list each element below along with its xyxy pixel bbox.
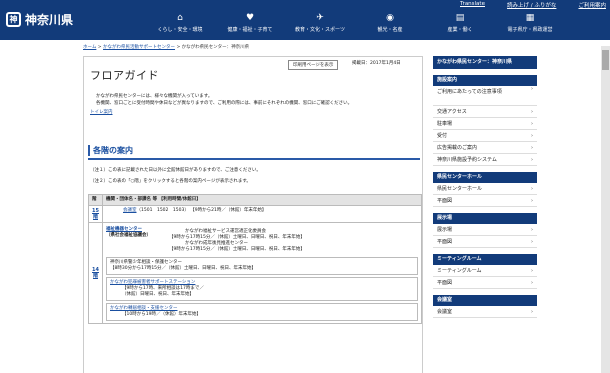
translate-link[interactable]: Translate <box>460 1 485 9</box>
table-row: 14階 福祉機器センター （県社会福祉協議会） かながわ福祉サービス運営適正化委員… <box>88 222 422 324</box>
nav-education[interactable]: ✈ 教育・文化・スポーツ <box>285 12 355 34</box>
table-cell: 会議室（1501 1502 1503） 【9時から21時／（休館）年末年始】 <box>102 205 422 223</box>
org-name: かながわ成年後見推進センター <box>185 241 248 246</box>
col-org: 機関・団体名・部課名 等 【利用時間/休館日】 <box>102 194 422 206</box>
welfare-org: （県社会福祉協議会） <box>106 233 151 238</box>
sidebar-head-facility: 施設案内 <box>433 75 537 86</box>
read-aloud-link[interactable]: 読み上げ / ふりがな <box>507 1 556 9</box>
sidebar-item-exhibit[interactable]: 展示場 <box>433 224 537 236</box>
nav-label: 産業・働く <box>447 27 473 33</box>
floor-table: 階機関・団体名・部課名 等 【利用時間/休館日】 15階 会議室（1501 150… <box>88 194 422 324</box>
meeting-room-link[interactable]: 会議室 <box>123 208 137 213</box>
welfare-details: かながわ福祉サービス運営適正化委員会 【9時から17時15分／（休館）土曜日、日曜… <box>166 225 418 255</box>
sidebar-item-meeting-plan[interactable]: 平面図 <box>433 277 537 289</box>
sidebar-item-parking[interactable]: 駐車場 <box>433 118 537 130</box>
hours: 【8時30分から17時15分／（休館）土曜日、日曜日、祝日、年末年始】 <box>110 266 257 271</box>
hours: 【10時から19時／（休館）年末年始】 <box>122 312 201 317</box>
breadcrumb: ホーム > かながわ県民活動サポートセンター > かながわ県民センター：神奈川県 <box>83 44 249 50</box>
nav-label: 観光・名産 <box>377 27 403 33</box>
print-button[interactable]: 印刷用ページを表示 <box>288 60 339 70</box>
note-1: （注１）この表に記載された日以外に全館休館日がありますので、ご注意ください。 <box>90 168 261 173</box>
sidebar-head-exhibit: 展示場 <box>433 213 537 224</box>
hours: 【9時から21時／（休館）年末年始】 <box>190 208 267 213</box>
floor-15-link[interactable]: 15階 <box>88 205 103 223</box>
nav-life[interactable]: ⌂ くらし・安全・環境 <box>145 12 215 34</box>
nav-government[interactable]: ▦ 電子県庁・県政運営 <box>495 12 565 34</box>
heart-icon: ♥ <box>245 13 255 23</box>
main-content: フロアガイド 印刷用ページを表示 掲載日：2017年1月4日 かながわ県民センタ… <box>83 56 423 373</box>
nav-label: 健康・福祉・子育て <box>227 27 273 33</box>
floor-14-link[interactable]: 14階 <box>88 222 103 324</box>
nav-health[interactable]: ♥ 健康・福祉・子育て <box>215 12 285 34</box>
updated-date: 掲載日：2017年1月4日 <box>352 61 401 66</box>
sidebar-item-conference[interactable]: 会議室 <box>433 306 537 318</box>
hours: （休館）日曜日、祝日、年末年始】 <box>122 292 194 297</box>
breadcrumb-support-center[interactable]: かながわ県民活動サポートセンター <box>103 45 175 50</box>
toilet-link[interactable]: トイレ案内 <box>90 109 418 116</box>
scrollbar-thumb[interactable] <box>602 50 609 70</box>
sidebar-head-meeting: ミーティングルーム <box>433 254 537 265</box>
hours: 【9時から17時15分／（休館）土曜日、日曜日、祝日、年末年始】 <box>169 235 305 240</box>
sidebar-item-access[interactable]: 交通アクセス <box>433 106 537 118</box>
section-heading: 各階の案内 <box>88 145 420 160</box>
table-header-row: 階機関・団体名・部課名 等 【利用時間/休館日】 <box>88 194 422 206</box>
tenki-block: かながわ轉居相談・支援センター 【10時から19時／（休館）年末年始】 <box>106 303 418 321</box>
scrollbar[interactable] <box>601 46 610 373</box>
intro-line-1: かながわ県民センターには、様々な機関が入っています。 <box>96 94 213 99</box>
camera-icon: ◉ <box>386 13 394 23</box>
sidebar-banner[interactable]: かながわ県民センター：神奈川県 <box>433 56 537 69</box>
table-row: 15階 会議室（1501 1502 1503） 【9時から21時／（休館）年末年始… <box>88 205 422 223</box>
hours: 【9時から17時15分／（休館）土曜日、日曜日、祝日、年末年始】 <box>169 247 305 252</box>
nav-label: 教育・文化・スポーツ <box>295 27 345 33</box>
nav-tourism[interactable]: ◉ 観光・名産 <box>355 12 425 34</box>
logo-text: 神奈川県 <box>25 13 74 27</box>
tenki-link[interactable]: かながわ轉居相談・支援センター <box>110 306 178 311</box>
welfare-link[interactable]: 福祉機器センター <box>106 227 142 232</box>
sidebar-item-reception[interactable]: 受付 <box>433 130 537 142</box>
welfare-name: 福祉機器センター （県社会福祉協議会） <box>106 225 166 255</box>
intro: かながわ県民センターには、様々な機関が入っています。 各機関、窓口ごとに受付時間… <box>90 93 418 116</box>
nav-label: くらし・安全・環境 <box>157 27 203 33</box>
breadcrumb-separator: > <box>175 45 182 50</box>
breadcrumb-current: かながわ県民センター：神奈川県 <box>181 45 250 50</box>
sidebar: かながわ県民センター：神奈川県 施設案内 ご利用にあたっての注意事項 交通アクセ… <box>433 56 537 318</box>
nav-label: 電子県庁・県政運営 <box>507 27 553 33</box>
sidebar-item-ads[interactable]: 広告掲載のご案内 <box>433 142 537 154</box>
sidebar-item-exhibit-plan[interactable]: 平面図 <box>433 236 537 248</box>
sidebar-item-reservation[interactable]: 神奈川県施設予約システム <box>433 154 537 166</box>
nav-industry[interactable]: ▤ 産業・働く <box>425 12 495 34</box>
col-floor: 階 <box>88 194 103 206</box>
breadcrumb-home[interactable]: ホーム <box>83 45 96 50</box>
prefecture-mark-icon: 神 <box>6 12 21 27</box>
hanzai-block: かながわ犯罪被害者サポートステーション 【9時から17時、来所相談は17時まで／（… <box>106 277 418 301</box>
welfare-sub: かながわ福祉サービス運営適正化委員会 【9時から17時15分／（休館）土曜日、日曜… <box>166 227 418 255</box>
sidebar-item-hall-plan[interactable]: 平面図 <box>433 195 537 207</box>
sidebar-head-conference: 会議室 <box>433 295 537 306</box>
factory-icon: ▤ <box>455 13 465 23</box>
building-icon: ▦ <box>525 13 535 23</box>
org-name: かながわ福祉サービス運営適正化委員会 <box>185 229 266 234</box>
welfare-block: 福祉機器センター （県社会福祉協議会） かながわ福祉サービス運営適正化委員会 【9時… <box>106 225 418 255</box>
notes: （注１）この表に記載された日以外に全館休館日がありますので、ご注意ください。 （… <box>90 165 261 187</box>
hanzai-link[interactable]: かながわ犯罪被害者サポートステーション <box>110 280 195 285</box>
room-numbers: （1501 1502 1503） <box>136 208 189 213</box>
intro-line-2: 各機関、窓口ごとに受付時間や休日などが異なりますので、ご利用の際には、事前にそれ… <box>96 101 353 106</box>
note-2: （注２）この表の「○階」をクリックすると各階の案内ページが表示されます。 <box>90 179 251 184</box>
site-logo[interactable]: 神神奈川県 <box>6 11 73 28</box>
table-cell: 福祉機器センター （県社会福祉協議会） かながわ福祉サービス運営適正化委員会 【9時… <box>102 222 422 324</box>
page-title: フロアガイド <box>90 69 159 82</box>
global-nav: ⌂ くらし・安全・環境 ♥ 健康・福祉・子育て ✈ 教育・文化・スポーツ ◉ 観光・名産… <box>145 12 565 34</box>
sidebar-head-hall: 県民センターホール <box>433 172 537 183</box>
sidebar-item-meeting[interactable]: ミーティングルーム <box>433 265 537 277</box>
runner-icon: ✈ <box>316 13 324 23</box>
hours: 【9時から17時、来所相談は17時まで／ <box>122 286 204 291</box>
sidebar-item-notes[interactable]: ご利用にあたっての注意事項 <box>433 86 537 106</box>
org-name: 神奈川県警少年相談・保護センター <box>110 260 182 265</box>
site-header: 神神奈川県 Translate 読み上げ / ふりがな ご利用案内 ⌂ くらし・安… <box>0 0 610 40</box>
utility-links: Translate 読み上げ / ふりがな ご利用案内 <box>460 1 610 9</box>
home-icon: ⌂ <box>177 13 183 23</box>
usage-guide-link[interactable]: ご利用案内 <box>578 1 606 9</box>
sidebar-item-hall[interactable]: 県民センターホール <box>433 183 537 195</box>
seishonen-block: 神奈川県警少年相談・保護センター 【8時30分から17時15分／（休館）土曜日、日… <box>106 257 418 275</box>
